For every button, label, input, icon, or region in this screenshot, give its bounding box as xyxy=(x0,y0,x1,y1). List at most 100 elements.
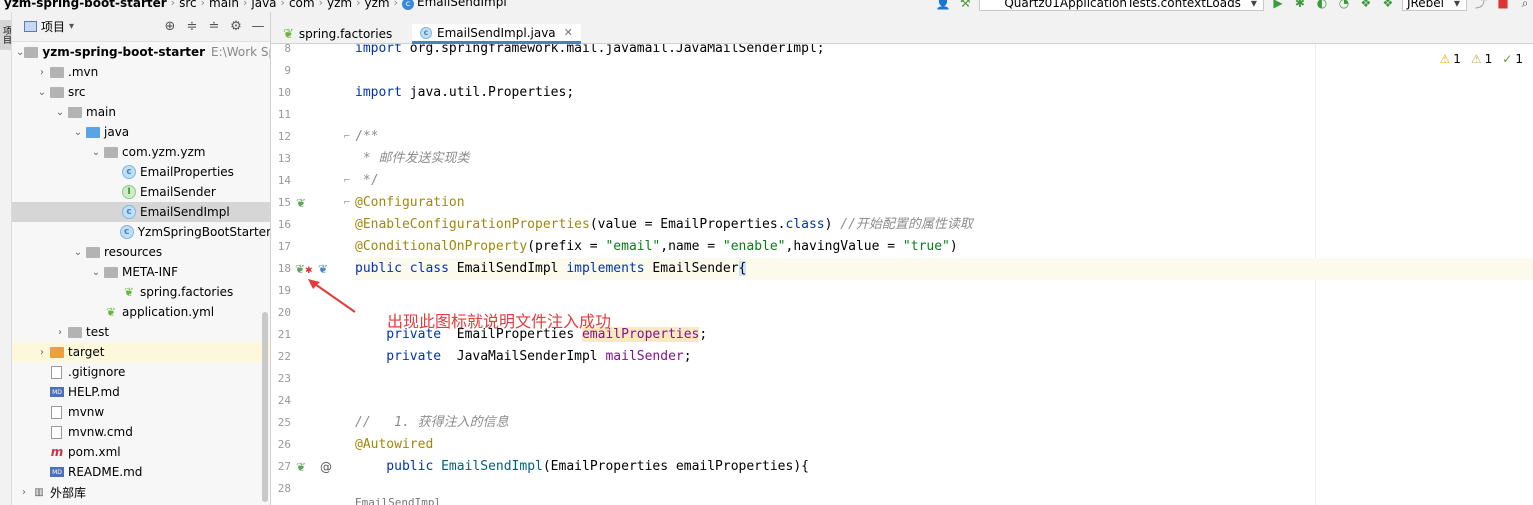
tree-item[interactable]: › .mvn xyxy=(12,62,270,82)
line-number: 24 xyxy=(277,394,291,407)
chevron-down-icon[interactable]: ⌄ xyxy=(34,87,50,98)
folder-icon xyxy=(24,46,39,58)
chevron-down-icon[interactable]: ⌄ xyxy=(88,147,104,158)
locate-file-icon[interactable]: ⊕ xyxy=(162,19,178,34)
collapse-all-icon[interactable]: ≐ xyxy=(206,19,222,34)
tree-item[interactable]: ›mvnw.cmd xyxy=(12,422,270,442)
user-icon[interactable]: 👤 xyxy=(935,0,951,10)
breadcrumb-class[interactable]: c EmailSendImpl xyxy=(398,0,511,10)
update-icon[interactable]: ⤴ xyxy=(1473,0,1489,10)
expand-all-icon[interactable]: ≑ xyxy=(184,19,200,34)
jrebel-select[interactable]: JRebel xyxy=(1401,0,1467,11)
hide-panel-icon[interactable]: — xyxy=(250,19,266,34)
line-number: 25 xyxy=(277,416,291,429)
code-line-12: /** xyxy=(355,129,379,144)
class-icon: c xyxy=(122,205,136,219)
chevron-down-icon[interactable]: ⌄ xyxy=(70,247,86,258)
code-editor[interactable]: 8 9 10 11 12 13 14 15 16 17 18 19 20 21 22 23 24 25 26 27 28… xyxy=(271,44,1533,505)
tree-item[interactable]: ›MDREADME.md xyxy=(12,462,270,482)
code-line-13: * 邮件发送实现类 xyxy=(355,151,470,166)
project-tool-tab[interactable]: 项目 xyxy=(0,20,11,50)
class-icon: c xyxy=(119,225,134,239)
tree-item[interactable]: › test xyxy=(12,322,270,342)
project-view-selector[interactable]: 项目 ▾ xyxy=(12,18,74,35)
tree-item[interactable]: ›cEmailProperties xyxy=(12,162,270,182)
tree-item[interactable]: ›.gitignore xyxy=(12,362,270,382)
breadcrumb-src[interactable]: src xyxy=(175,0,201,10)
chevron-down-icon[interactable]: ⌄ xyxy=(70,127,86,138)
breadcrumb-yzm-2[interactable]: yzm xyxy=(361,0,394,10)
fold-marker-icon[interactable]: ⌐ xyxy=(343,192,351,214)
token-comment: //开始配置的属性读取 xyxy=(840,217,973,232)
chevron-down-icon[interactable]: ⌄ xyxy=(52,107,68,118)
folder-icon xyxy=(104,266,118,278)
stop-icon[interactable]: ■ xyxy=(1495,0,1511,10)
warning-count[interactable]: ⚠ 1 xyxy=(1439,52,1460,66)
breadcrumb-project[interactable]: yzm-spring-boot-starter xyxy=(0,0,171,10)
inspection-widget[interactable]: ⚠ 1 ⚠ 1 ✓ 1 xyxy=(1439,52,1523,66)
spring-leaf-icon: ❦ xyxy=(105,305,117,319)
close-icon[interactable]: ✕ xyxy=(564,26,573,39)
tree-item-label: application.yml xyxy=(122,305,215,319)
build-hammer-icon[interactable]: ⚒ xyxy=(957,0,973,10)
chevron-right-icon[interactable]: › xyxy=(52,327,68,338)
jrebel-run-icon[interactable]: ❖ xyxy=(1358,0,1374,10)
tree-item[interactable]: ›mpom.xml xyxy=(12,442,270,462)
autowired-icon[interactable]: ❦ xyxy=(296,456,306,478)
profile-icon[interactable]: ◔ xyxy=(1336,0,1352,10)
tree-item-label: src xyxy=(68,85,86,99)
tree-item[interactable]: ⌄ java xyxy=(12,122,270,142)
tree-item[interactable]: ›❦spring.factories xyxy=(12,282,270,302)
tree-item[interactable]: ⌄ main xyxy=(12,102,270,122)
fold-marker-icon[interactable]: ⌐ xyxy=(343,170,351,192)
chevron-right-icon[interactable]: › xyxy=(34,347,50,358)
typo-count[interactable]: ✓ 1 xyxy=(1502,52,1523,66)
markdown-icon: MD xyxy=(50,387,64,397)
chevron-down-icon[interactable]: ⌄ xyxy=(16,47,24,58)
code-line-15: @Configuration xyxy=(355,195,465,210)
tab-label: spring.factories xyxy=(298,27,393,41)
tree-item[interactable]: ⌄ yzm-spring-boot-starter E:\Work Sp xyxy=(12,42,270,62)
tree-item[interactable]: ›mvnw xyxy=(12,402,270,422)
token-text: (prefix = xyxy=(527,239,606,254)
weak-warning-count[interactable]: ⚠ 1 xyxy=(1471,52,1492,66)
project-tree-scrollbar[interactable] xyxy=(262,312,268,502)
tree-item[interactable]: ›❦application.yml xyxy=(12,302,270,322)
chevron-down-icon[interactable]: ⌄ xyxy=(88,267,104,278)
tree-item[interactable]: ›cYzmSpringBootStarter xyxy=(12,222,270,242)
run-icon[interactable]: ▶ xyxy=(1270,0,1286,10)
search-icon[interactable]: ⌕ xyxy=(1517,0,1533,10)
chevron-right-icon[interactable]: › xyxy=(16,487,32,498)
jrebel-debug-icon[interactable]: ❖ xyxy=(1380,0,1396,10)
breadcrumb-yzm[interactable]: yzm xyxy=(323,0,356,10)
gear-icon[interactable]: ⚙ xyxy=(228,19,244,34)
breadcrumb-main[interactable]: main xyxy=(205,0,243,10)
tree-item[interactable]: ›IEmailSender xyxy=(12,182,270,202)
tree-item[interactable]: ⌄ resources xyxy=(12,242,270,262)
tree-item[interactable]: › ▥ 外部库 xyxy=(12,482,270,502)
annotation-marker-icon[interactable]: @ xyxy=(320,456,332,478)
breadcrumb-java[interactable]: java xyxy=(247,0,280,10)
tree-item[interactable]: ⌄ com.yzm.yzm xyxy=(12,142,270,162)
tree-item[interactable]: ›cEmailSendImpl xyxy=(12,202,270,222)
debug-icon[interactable]: ✱ xyxy=(1292,0,1308,10)
tree-item-label: 外部库 xyxy=(50,485,87,500)
tree-item[interactable]: › target xyxy=(12,342,270,362)
token-text: JavaMailSenderImpl xyxy=(441,349,606,364)
tree-item[interactable]: ›MDHELP.md xyxy=(12,382,270,402)
tab-spring-factories[interactable]: ❦ spring.factories xyxy=(275,24,400,44)
callout-annotation: 出现此图标就说明文件注入成功 xyxy=(387,312,612,331)
run-configuration-select[interactable]: Quartz01ApplicationTests.contextLoads xyxy=(979,0,1264,11)
spring-bean-icon[interactable]: ❦ xyxy=(296,192,306,214)
tree-item[interactable]: ⌄ src xyxy=(12,82,270,102)
fold-marker-icon[interactable]: ⌐ xyxy=(343,126,351,148)
interface-icon: I xyxy=(122,185,136,199)
breadcrumb-com[interactable]: com xyxy=(285,0,319,10)
tree-item-label: mvnw.cmd xyxy=(68,425,133,439)
chevron-right-icon[interactable]: › xyxy=(34,67,50,78)
coverage-icon[interactable]: ◐ xyxy=(1314,0,1330,10)
token-text: org.springframework.mail.javamail.JavaMa… xyxy=(401,44,825,56)
line-number: 27 xyxy=(277,460,291,473)
tree-item[interactable]: ⌄ META-INF xyxy=(12,262,270,282)
tab-emailsendimpl[interactable]: c EmailSendImpl.java ✕ xyxy=(412,24,581,44)
